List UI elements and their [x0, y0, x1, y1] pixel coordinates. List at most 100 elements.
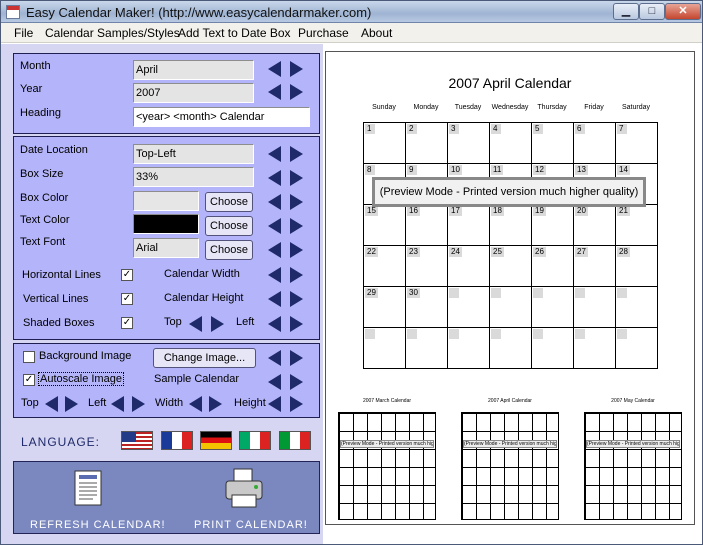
- minimize-button[interactable]: ▁: [613, 3, 639, 20]
- bg-height-decrease-arrow-icon[interactable]: [267, 395, 282, 412]
- box-size-field[interactable]: 33%: [133, 167, 254, 187]
- day-cell[interactable]: [489, 327, 532, 369]
- mini-calendar-may[interactable]: 2007 May Calendar (Preview Mode - Printe…: [584, 398, 682, 522]
- autoscale-image-checkbox[interactable]: ✓: [23, 374, 35, 386]
- horizontal-lines-checkbox[interactable]: ✓: [121, 269, 133, 281]
- print-calendar-label[interactable]: PRINT CALENDAR!: [194, 519, 308, 531]
- date-location-next-arrow-icon[interactable]: [288, 145, 303, 162]
- day-cell[interactable]: [531, 286, 574, 328]
- text-font-choose-button[interactable]: Choose: [205, 240, 253, 260]
- calendar-height-decrease-arrow-icon[interactable]: [267, 290, 282, 307]
- menu-about[interactable]: About: [361, 26, 392, 40]
- day-cell[interactable]: [447, 327, 490, 369]
- close-button[interactable]: ✕: [665, 3, 701, 20]
- box-size-prev-arrow-icon[interactable]: [267, 169, 282, 186]
- germany-flag-icon[interactable]: [200, 431, 232, 450]
- refresh-calendar-label[interactable]: REFRESH CALENDAR!: [30, 519, 166, 531]
- us-flag-icon[interactable]: [121, 431, 153, 450]
- day-cell[interactable]: [573, 286, 616, 328]
- box-color-swatch[interactable]: [133, 191, 199, 211]
- day-cell[interactable]: [489, 286, 532, 328]
- day-cell[interactable]: 24: [447, 245, 490, 287]
- sample-calendar-prev-arrow-icon[interactable]: [267, 373, 282, 390]
- day-cell[interactable]: 18: [489, 204, 532, 246]
- background-image-checkbox[interactable]: [23, 351, 35, 363]
- day-cell[interactable]: 28: [615, 245, 658, 287]
- month-next-arrow-icon[interactable]: [288, 60, 303, 77]
- box-color-next-arrow-icon[interactable]: [288, 193, 303, 210]
- month-prev-arrow-icon[interactable]: [267, 60, 282, 77]
- month-field[interactable]: April: [133, 60, 254, 80]
- day-cell[interactable]: [363, 327, 406, 369]
- bg-top-up-arrow-icon[interactable]: [44, 395, 59, 412]
- day-cell[interactable]: 20: [573, 204, 616, 246]
- day-cell[interactable]: 7: [615, 122, 658, 164]
- day-cell[interactable]: 19: [531, 204, 574, 246]
- year-next-arrow-icon[interactable]: [288, 83, 303, 100]
- text-color-choose-button[interactable]: Choose: [205, 216, 253, 236]
- mini-calendar-april[interactable]: 2007 April Calendar (Preview Mode - Prin…: [461, 398, 559, 522]
- italy-flag-icon[interactable]: [279, 431, 311, 450]
- sample-calendar-next-arrow-icon[interactable]: [288, 373, 303, 390]
- menu-file[interactable]: File: [14, 26, 33, 40]
- bg-top-down-arrow-icon[interactable]: [63, 395, 78, 412]
- box-color-choose-button[interactable]: Choose: [205, 192, 253, 212]
- bg-left-decrease-arrow-icon[interactable]: [110, 395, 125, 412]
- day-cell[interactable]: 3: [447, 122, 490, 164]
- calendar-top-down-arrow-icon[interactable]: [209, 315, 224, 332]
- text-font-next-arrow-icon[interactable]: [288, 241, 303, 258]
- text-color-prev-arrow-icon[interactable]: [267, 217, 282, 234]
- day-cell[interactable]: 29: [363, 286, 406, 328]
- shaded-boxes-checkbox[interactable]: ✓: [121, 317, 133, 329]
- text-font-prev-arrow-icon[interactable]: [267, 241, 282, 258]
- text-font-field[interactable]: Arial: [133, 238, 199, 258]
- box-color-prev-arrow-icon[interactable]: [267, 193, 282, 210]
- maximize-button[interactable]: □: [639, 3, 665, 20]
- calendar-top-up-arrow-icon[interactable]: [188, 315, 203, 332]
- day-cell[interactable]: 23: [405, 245, 448, 287]
- calendar-width-decrease-arrow-icon[interactable]: [267, 266, 282, 283]
- text-color-next-arrow-icon[interactable]: [288, 217, 303, 234]
- menu-calendar-samples[interactable]: Calendar Samples/Styles: [45, 26, 180, 40]
- day-cell[interactable]: 17: [447, 204, 490, 246]
- day-cell[interactable]: 16: [405, 204, 448, 246]
- day-cell[interactable]: 5: [531, 122, 574, 164]
- year-prev-arrow-icon[interactable]: [267, 83, 282, 100]
- menu-add-text[interactable]: Add Text to Date Box: [178, 26, 291, 40]
- day-cell[interactable]: [615, 286, 658, 328]
- calendar-width-increase-arrow-icon[interactable]: [288, 266, 303, 283]
- calendar-left-decrease-arrow-icon[interactable]: [267, 315, 282, 332]
- day-cell[interactable]: [447, 286, 490, 328]
- day-cell[interactable]: [531, 327, 574, 369]
- day-cell[interactable]: [405, 327, 448, 369]
- bg-height-increase-arrow-icon[interactable]: [288, 395, 303, 412]
- vertical-lines-checkbox[interactable]: ✓: [121, 293, 133, 305]
- calendar-height-increase-arrow-icon[interactable]: [288, 290, 303, 307]
- print-calendar-button[interactable]: [222, 467, 266, 511]
- bg-image-prev-arrow-icon[interactable]: [267, 349, 282, 366]
- day-cell[interactable]: 21: [615, 204, 658, 246]
- day-cell[interactable]: 2: [405, 122, 448, 164]
- france-flag-icon[interactable]: [161, 431, 193, 450]
- bg-width-increase-arrow-icon[interactable]: [207, 395, 222, 412]
- change-image-button[interactable]: Change Image...: [153, 348, 256, 368]
- day-cell[interactable]: 22: [363, 245, 406, 287]
- text-color-swatch[interactable]: [133, 214, 199, 234]
- day-cell[interactable]: 26: [531, 245, 574, 287]
- mexico-flag-icon[interactable]: [239, 431, 271, 450]
- date-location-prev-arrow-icon[interactable]: [267, 145, 282, 162]
- heading-input[interactable]: <year> <month> Calendar: [133, 107, 310, 127]
- refresh-calendar-button[interactable]: [69, 467, 109, 511]
- mini-calendar-march[interactable]: 2007 March Calendar (Preview Mode - Prin…: [338, 398, 436, 522]
- day-cell[interactable]: 25: [489, 245, 532, 287]
- calendar-left-increase-arrow-icon[interactable]: [288, 315, 303, 332]
- day-cell[interactable]: 30: [405, 286, 448, 328]
- day-cell[interactable]: 15: [363, 204, 406, 246]
- day-cell[interactable]: [615, 327, 658, 369]
- day-cell[interactable]: 4: [489, 122, 532, 164]
- bg-left-increase-arrow-icon[interactable]: [130, 395, 145, 412]
- box-size-next-arrow-icon[interactable]: [288, 169, 303, 186]
- day-cell[interactable]: 27: [573, 245, 616, 287]
- day-cell[interactable]: 1: [363, 122, 406, 164]
- year-field[interactable]: 2007: [133, 83, 254, 103]
